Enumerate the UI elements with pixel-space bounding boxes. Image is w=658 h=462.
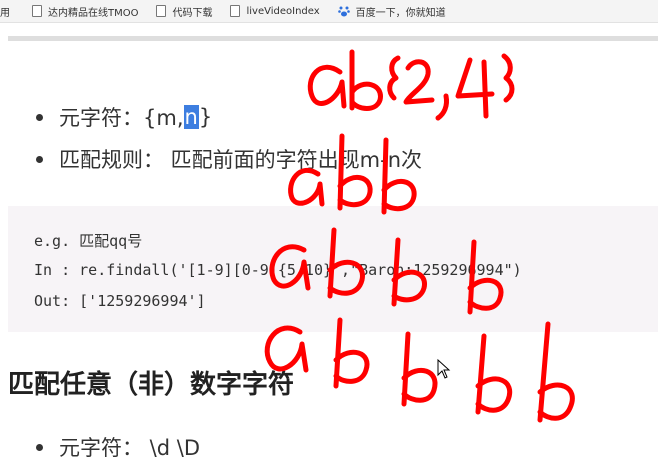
page-icon [230, 5, 241, 17]
bookmark-baidu[interactable]: 百度一下，你就知道 [337, 4, 446, 19]
bookmark-label: liveVideoIndex [246, 5, 320, 17]
bullet-text: 匹配规则： 匹配前面的字符出现m-n次 [59, 148, 423, 172]
bullet-text: 元字符： \d \D [59, 436, 201, 460]
code-line-input: In : re.findall('[1-9][0-9]{5,10}',"Baro… [34, 261, 522, 279]
list-item-rule: 匹配规则： 匹配前面的字符出现m-n次 [36, 144, 422, 174]
bookmark-tmooc[interactable]: 达内精品在线TMOO [32, 4, 138, 19]
bookmark-label: 百度一下，你就知道 [355, 7, 446, 19]
bookmark-label: 达内精品在线TMOO [48, 7, 139, 19]
bullet-dot [36, 443, 43, 451]
code-line-output: Out: ['1259296994'] [34, 292, 206, 310]
top-divider [8, 36, 658, 41]
page-icon [32, 5, 42, 17]
bullet-text-suffix: } [198, 105, 213, 129]
page-icon [156, 5, 167, 17]
list-item-metachar: 元字符：{m, n} [36, 102, 212, 132]
list-item-digit: 元字符： \d \D [36, 432, 200, 462]
bookmarks-bar: 用 达内精品在线TMOO 代码下载 liveVideoIndex 百度一下，你就… [0, 0, 658, 23]
section-heading: 匹配任意（非）数字字符 [8, 370, 295, 400]
baidu-paw-icon [337, 6, 350, 17]
bookmark-code-download[interactable]: 代码下载 [156, 4, 212, 19]
code-line-comment: e.g. 匹配qq号 [34, 232, 143, 250]
bullet-dot [36, 155, 43, 163]
bullet-dot [36, 113, 43, 121]
bookmark-label: 代码下载 [172, 7, 213, 19]
handwriting-abbbb [264, 317, 575, 423]
bullet-text: 元字符：{m, [59, 106, 184, 130]
bookmark-label: 用 [0, 7, 10, 19]
mouse-cursor-icon [437, 358, 451, 379]
handwriting-ab24 [307, 49, 515, 121]
bookmark-livevideoindex[interactable]: liveVideoIndex [230, 5, 320, 17]
bookmark-app[interactable]: 用 [0, 4, 10, 19]
code-block: e.g. 匹配qq号 In : re.findall('[1-9][0-9]{5… [8, 206, 658, 332]
text-selection[interactable]: n [183, 105, 199, 129]
